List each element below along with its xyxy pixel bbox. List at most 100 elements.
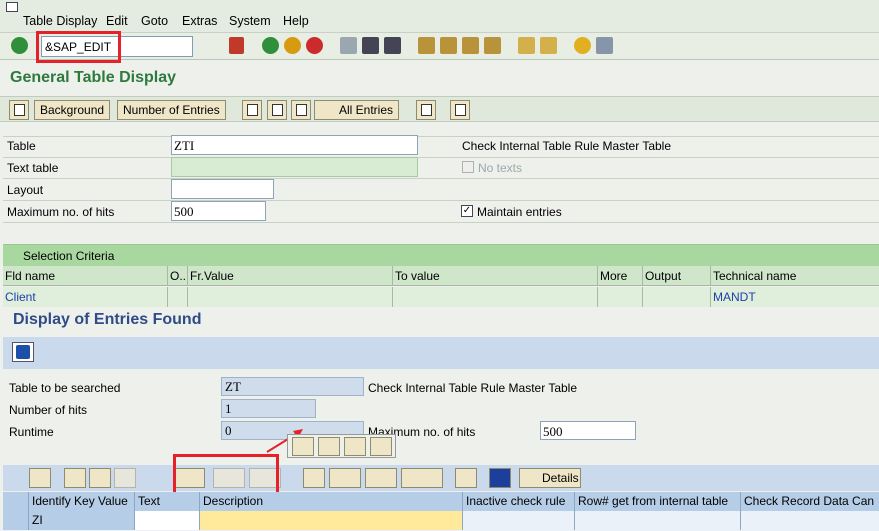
toolbar-highlight bbox=[173, 454, 279, 497]
copy-icon[interactable] bbox=[370, 437, 392, 456]
col-row-number[interactable]: Row# get from internal table bbox=[575, 492, 741, 511]
check-record-cell[interactable] bbox=[741, 511, 879, 530]
select-icon[interactable] bbox=[242, 100, 262, 120]
find-next-icon[interactable] bbox=[384, 37, 401, 54]
layout-menu-icon[interactable] bbox=[596, 37, 613, 54]
menu-bar: Table Display Edit Goto Extras System He… bbox=[0, 0, 879, 33]
help-icon[interactable] bbox=[574, 37, 591, 54]
layout-label: Layout bbox=[7, 183, 44, 197]
max-hits-input[interactable]: 500 bbox=[171, 201, 266, 221]
description-cell[interactable] bbox=[200, 511, 463, 530]
first-page-icon[interactable] bbox=[418, 37, 435, 54]
layout-input[interactable] bbox=[171, 179, 274, 199]
details-label: Details bbox=[542, 471, 579, 485]
col-to-value: To value bbox=[393, 266, 598, 286]
maintain-entries-checkbox[interactable]: ✓ bbox=[461, 205, 473, 217]
col-fld-name: Fld name bbox=[3, 266, 168, 286]
graphic-icon[interactable] bbox=[455, 468, 477, 488]
col-identify-key[interactable]: Identify Key Value bbox=[29, 492, 135, 511]
col-technical-name: Technical name bbox=[713, 269, 797, 283]
prev-page-icon[interactable] bbox=[440, 37, 457, 54]
grid-header: Identify Key Value Text Description Inac… bbox=[3, 492, 879, 511]
command-highlight bbox=[36, 31, 121, 63]
number-of-hits-label: Number of hits bbox=[9, 403, 88, 417]
col-text[interactable]: Text bbox=[135, 492, 200, 511]
col-from-value: Fr.Value bbox=[188, 266, 393, 286]
table-searched-field: ZT bbox=[221, 377, 364, 396]
text-table-label: Text table bbox=[7, 161, 59, 175]
table-input[interactable]: ZTI bbox=[171, 135, 418, 155]
results-max-field[interactable]: 500 bbox=[540, 421, 636, 440]
menu-icon[interactable] bbox=[6, 2, 18, 12]
change-icon[interactable] bbox=[318, 437, 340, 456]
menu-system[interactable]: System bbox=[229, 14, 271, 28]
no-texts-label: No texts bbox=[478, 161, 523, 175]
info-icon[interactable] bbox=[489, 468, 511, 488]
no-texts-checkbox[interactable] bbox=[462, 161, 474, 173]
menu-help[interactable]: Help bbox=[283, 14, 309, 28]
inactive-check-cell[interactable] bbox=[463, 511, 575, 530]
row-selector[interactable] bbox=[3, 511, 29, 530]
sort-asc-icon[interactable] bbox=[64, 468, 86, 488]
print-preview-icon[interactable] bbox=[303, 468, 325, 488]
technical-name-cell: MANDT bbox=[713, 290, 756, 304]
execute-icon[interactable] bbox=[9, 100, 29, 120]
options-icon[interactable] bbox=[416, 100, 436, 120]
find-icon[interactable] bbox=[362, 37, 379, 54]
delete-icon[interactable] bbox=[344, 437, 366, 456]
number-of-hits-field: 1 bbox=[221, 399, 316, 418]
row-number-cell[interactable] bbox=[575, 511, 741, 530]
application-toolbar: Background Number of Entries All Entries bbox=[0, 96, 879, 122]
col-option: O... bbox=[168, 266, 188, 286]
back-icon[interactable] bbox=[262, 37, 279, 54]
export-icon[interactable] bbox=[365, 468, 397, 488]
print-icon[interactable] bbox=[340, 37, 357, 54]
enter-icon[interactable] bbox=[11, 37, 28, 54]
views-icon[interactable] bbox=[329, 468, 361, 488]
runtime-label: Runtime bbox=[9, 425, 54, 439]
number-of-entries-button[interactable]: Number of Entries bbox=[117, 100, 226, 120]
more-cell[interactable] bbox=[598, 287, 643, 307]
exit-icon[interactable] bbox=[284, 37, 301, 54]
col-inactive-check[interactable]: Inactive check rule bbox=[463, 492, 575, 511]
save-icon[interactable] bbox=[229, 37, 244, 54]
table-searched-label: Table to be searched bbox=[9, 381, 121, 395]
last-page-icon[interactable] bbox=[484, 37, 501, 54]
text-cell[interactable] bbox=[135, 511, 200, 530]
from-value-cell[interactable] bbox=[188, 287, 393, 307]
new-session-icon[interactable] bbox=[518, 37, 535, 54]
refresh-icon[interactable] bbox=[12, 342, 34, 362]
all-entries-button[interactable]: All Entries bbox=[314, 100, 400, 120]
output-cell[interactable] bbox=[643, 287, 711, 307]
details-button[interactable]: Details bbox=[519, 468, 581, 488]
fld-name-cell[interactable]: Client bbox=[3, 287, 168, 307]
page-title: General Table Display bbox=[10, 69, 176, 86]
zoom-icon[interactable] bbox=[29, 468, 51, 488]
menu-table-display[interactable]: Table Display bbox=[23, 14, 97, 28]
col-description[interactable]: Description bbox=[200, 492, 463, 511]
select-all-icon[interactable] bbox=[3, 492, 29, 511]
sort-desc-icon[interactable] bbox=[89, 468, 111, 488]
identify-key-cell[interactable]: ZI bbox=[29, 511, 135, 530]
menu-goto[interactable]: Goto bbox=[141, 14, 168, 28]
fields-icon[interactable] bbox=[450, 100, 470, 120]
background-button[interactable]: Background bbox=[34, 100, 111, 120]
cancel-icon[interactable] bbox=[306, 37, 323, 54]
menu-extras[interactable]: Extras bbox=[182, 14, 217, 28]
shortcut-icon[interactable] bbox=[540, 37, 557, 54]
all-entries-label: All Entries bbox=[339, 103, 394, 117]
table-row: ZI bbox=[3, 511, 879, 531]
create-icon[interactable] bbox=[292, 437, 314, 456]
menu-edit[interactable]: Edit bbox=[106, 14, 128, 28]
deselect-icon[interactable] bbox=[267, 100, 287, 120]
layout-icon[interactable] bbox=[401, 468, 443, 488]
delete-selection-icon[interactable] bbox=[291, 100, 311, 120]
max-hits-label: Maximum no. of hits bbox=[7, 205, 115, 219]
text-table-field bbox=[171, 157, 418, 177]
to-value-cell[interactable] bbox=[393, 287, 598, 307]
option-cell[interactable] bbox=[168, 287, 188, 307]
next-page-icon[interactable] bbox=[462, 37, 479, 54]
results-table-description: Check Internal Table Rule Master Table bbox=[368, 381, 578, 395]
results-title: Display of Entries Found bbox=[13, 311, 202, 328]
col-check-record[interactable]: Check Record Data Can bbox=[741, 492, 879, 511]
